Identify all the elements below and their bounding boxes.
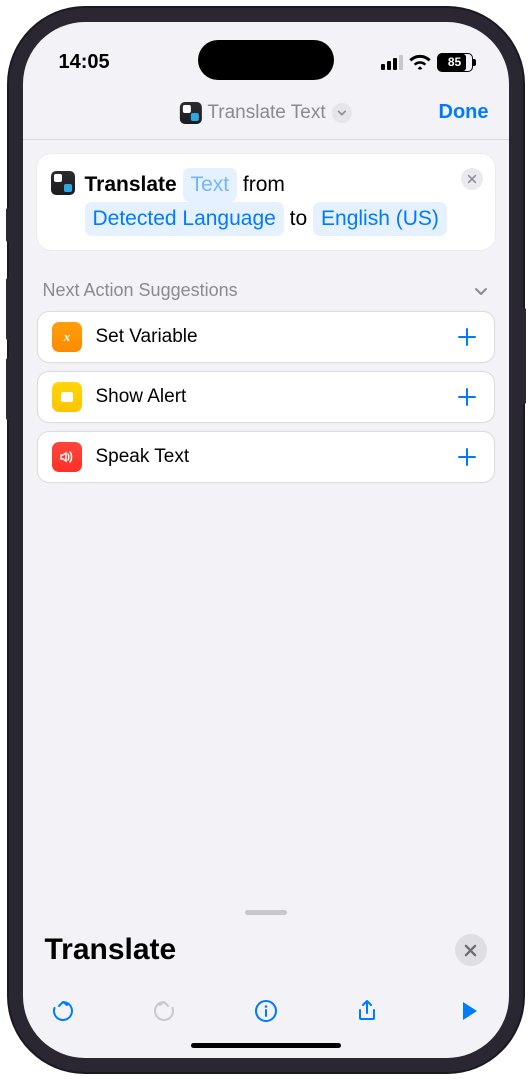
suggestion-speak-text[interactable]: Speak Text	[37, 431, 495, 483]
target-language-token[interactable]: English (US)	[313, 202, 447, 236]
bottom-area: Translate	[23, 910, 509, 1058]
toolbar	[23, 987, 509, 1031]
suggestion-label: Show Alert	[96, 386, 454, 408]
variable-icon: x	[52, 322, 82, 352]
remove-action-button[interactable]	[461, 168, 483, 190]
close-panel-button[interactable]	[455, 934, 487, 966]
home-indicator[interactable]	[191, 1043, 341, 1048]
from-label: from	[243, 173, 285, 196]
undo-icon	[50, 998, 76, 1024]
translate-app-icon	[51, 171, 75, 195]
suggestions-header[interactable]: Next Action Suggestions	[43, 280, 489, 301]
add-suggestion-button[interactable]	[454, 384, 480, 410]
translate-action-card[interactable]: Translate Text from Detected Language to…	[37, 154, 495, 250]
share-icon	[354, 998, 380, 1024]
nav-title: Translate Text	[207, 102, 325, 124]
share-button[interactable]	[353, 997, 381, 1025]
redo-icon	[151, 998, 177, 1024]
phone-frame: 14:05 85 Translate Text	[9, 8, 523, 1072]
chevron-down-icon	[473, 283, 489, 299]
translate-app-icon	[179, 102, 201, 124]
nav-bar: Translate Text Done	[23, 86, 509, 140]
add-suggestion-button[interactable]	[454, 324, 480, 350]
plus-icon	[454, 324, 480, 350]
action-verb: Translate	[85, 173, 177, 196]
battery-level: 85	[448, 55, 461, 69]
action-sentence: Translate Text from Detected Language to…	[85, 168, 451, 236]
side-button[interactable]	[522, 308, 526, 404]
volume-down-button[interactable]	[6, 358, 10, 420]
dynamic-island	[198, 40, 334, 80]
close-icon	[467, 174, 477, 184]
screen: 14:05 85 Translate Text	[23, 22, 509, 1058]
to-label: to	[290, 207, 308, 230]
wifi-icon	[409, 54, 431, 70]
info-button[interactable]	[252, 997, 280, 1025]
cellular-signal-icon	[381, 55, 403, 70]
suggestions-header-label: Next Action Suggestions	[43, 280, 238, 301]
status-right: 85	[381, 53, 473, 72]
suggestion-set-variable[interactable]: x Set Variable	[37, 311, 495, 363]
input-token[interactable]: Text	[183, 168, 238, 202]
source-language-token[interactable]: Detected Language	[85, 202, 284, 236]
silence-switch[interactable]	[6, 208, 10, 242]
drag-handle[interactable]	[245, 910, 287, 915]
suggestion-label: Set Variable	[96, 326, 454, 348]
close-icon	[464, 944, 477, 957]
play-icon	[456, 998, 482, 1024]
add-suggestion-button[interactable]	[454, 444, 480, 470]
chevron-down-icon	[332, 103, 352, 123]
redo-button[interactable]	[150, 997, 178, 1025]
speaker-icon	[52, 442, 82, 472]
done-button[interactable]: Done	[439, 101, 489, 124]
suggestion-label: Speak Text	[96, 446, 454, 468]
search-panel[interactable]: Translate	[23, 910, 509, 987]
panel-title: Translate	[45, 933, 177, 967]
svg-text:x: x	[62, 329, 70, 344]
undo-button[interactable]	[49, 997, 77, 1025]
alert-icon	[52, 382, 82, 412]
status-time: 14:05	[59, 51, 110, 74]
shortcut-title-button[interactable]: Translate Text	[179, 102, 351, 124]
plus-icon	[454, 444, 480, 470]
info-icon	[253, 998, 279, 1024]
battery-indicator: 85	[437, 53, 473, 72]
plus-icon	[454, 384, 480, 410]
run-button[interactable]	[455, 997, 483, 1025]
suggestion-show-alert[interactable]: Show Alert	[37, 371, 495, 423]
editor-content: Translate Text from Detected Language to…	[23, 140, 509, 910]
volume-up-button[interactable]	[6, 278, 10, 340]
